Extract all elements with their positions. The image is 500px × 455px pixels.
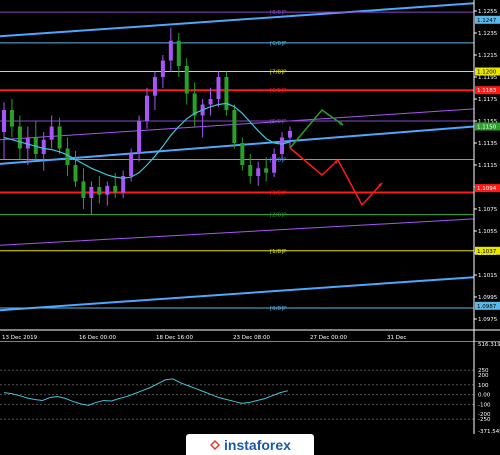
bearish-forecast-arrow-2-path (337, 159, 383, 207)
candle-body (137, 121, 142, 154)
candle-body (272, 154, 277, 173)
y-tick-label: 1.1015 (478, 273, 498, 279)
osc-y-tick-label: 516.3192 (478, 342, 500, 348)
candle-body (2, 110, 6, 132)
y-tick-label: 1.1075 (478, 207, 498, 213)
bullish-forecast-arrow (289, 108, 344, 149)
price-tag-label: 1.1094 (477, 186, 497, 192)
y-tick-label: 1.0975 (478, 317, 498, 323)
price-tag-label: 1.0987 (477, 304, 497, 310)
candle-body (280, 137, 285, 154)
instaforex-logo: instaforex (186, 434, 314, 455)
y-tick-label: 1.0995 (478, 295, 498, 301)
murrey-level-label: [2/8]P (270, 213, 287, 219)
oscillator-line (3, 378, 289, 406)
candle-body (145, 95, 149, 121)
bottom-trend-line (0, 276, 475, 312)
lower-purple-trend-line (0, 218, 475, 246)
price-tag-label: 1.1183 (477, 88, 497, 94)
osc-y-tick-label: -250 (478, 417, 491, 423)
murrey-level-label: [3/8]P (270, 191, 287, 197)
bearish-forecast-arrow-1-path (289, 147, 339, 177)
candle-body (57, 126, 62, 149)
candle-body (216, 77, 221, 99)
candle-body (97, 187, 102, 195)
murrey-level-label: [6/8]P (270, 41, 287, 47)
candle-body (248, 165, 253, 176)
candle-body (288, 130, 292, 138)
y-tick-label: 1.1115 (478, 163, 498, 169)
candle-body (9, 110, 14, 127)
price-chart: [8/8]P[6/8]P[7/8]P[6/8]P[5/8]P[4/8]P[3/8… (0, 0, 500, 341)
price-tag-label: 1.1037 (477, 249, 497, 255)
murrey-level-label: [0/8]P (270, 306, 287, 312)
murrey-level-label: [7/8]P (270, 70, 287, 76)
candle-body (129, 154, 134, 176)
bullish-forecast-arrow-path (289, 108, 344, 149)
price-tag-label: 1.1200 (477, 70, 497, 76)
y-tick-label: 1.1135 (478, 141, 498, 147)
y-tick-label: 1.1235 (478, 31, 498, 37)
candle-body (152, 77, 157, 96)
osc-y-tick-label: 200 (478, 373, 489, 379)
y-tick-label: 1.1195 (478, 75, 498, 81)
bearish-forecast-arrow-1 (289, 147, 339, 177)
lower-trend-line (0, 125, 475, 165)
price-tag-label: 1.1150 (477, 125, 497, 131)
candle-body (184, 66, 189, 94)
candle-body (208, 99, 213, 105)
candle-body (105, 185, 110, 195)
candle-body (17, 126, 22, 149)
candle-body (81, 181, 86, 198)
osc-y-tick-label: 100 (478, 383, 489, 389)
candle-body (65, 148, 70, 165)
candle-body (224, 77, 229, 110)
murrey-level-label: [5/8]P (270, 119, 287, 125)
mid-trend-line (0, 108, 475, 141)
oscillator-panel: 516.31922502001000.00-100-200-250-371.54… (0, 341, 500, 434)
candle-body (168, 40, 173, 61)
osc-y-tick-label: -100 (478, 402, 491, 408)
osc-y-tick-label: 0.00 (478, 393, 491, 399)
murrey-level-label: [6/8]P (270, 88, 287, 94)
candle-body (49, 126, 54, 140)
candle-body (89, 187, 94, 198)
upper-trend-line (0, 2, 475, 38)
candle-body (240, 143, 245, 165)
murrey-level-label: [1/8]P (270, 249, 287, 255)
price-tag-label: 1.1247 (477, 18, 497, 24)
logo-text: instaforex (224, 436, 291, 453)
candle-body (256, 168, 261, 176)
candle-body (41, 139, 46, 154)
bearish-forecast-arrow-2 (337, 159, 383, 207)
y-tick-label: 1.1215 (478, 53, 498, 59)
osc-y-tick-label: -371.5495 (478, 429, 500, 434)
candle-body (232, 110, 237, 143)
y-tick-label: 1.1055 (478, 229, 498, 235)
y-tick-label: 1.1175 (478, 97, 498, 103)
candle-body (160, 60, 165, 77)
candle-body (25, 137, 30, 149)
y-tick-label: 1.1255 (478, 9, 498, 15)
murrey-level-label: [8/8]P (270, 10, 287, 16)
candle-body (73, 165, 78, 182)
instaforex-mark-icon (210, 439, 221, 450)
candle-body (264, 168, 269, 173)
candle-body (113, 185, 118, 193)
candle-body (176, 40, 181, 66)
